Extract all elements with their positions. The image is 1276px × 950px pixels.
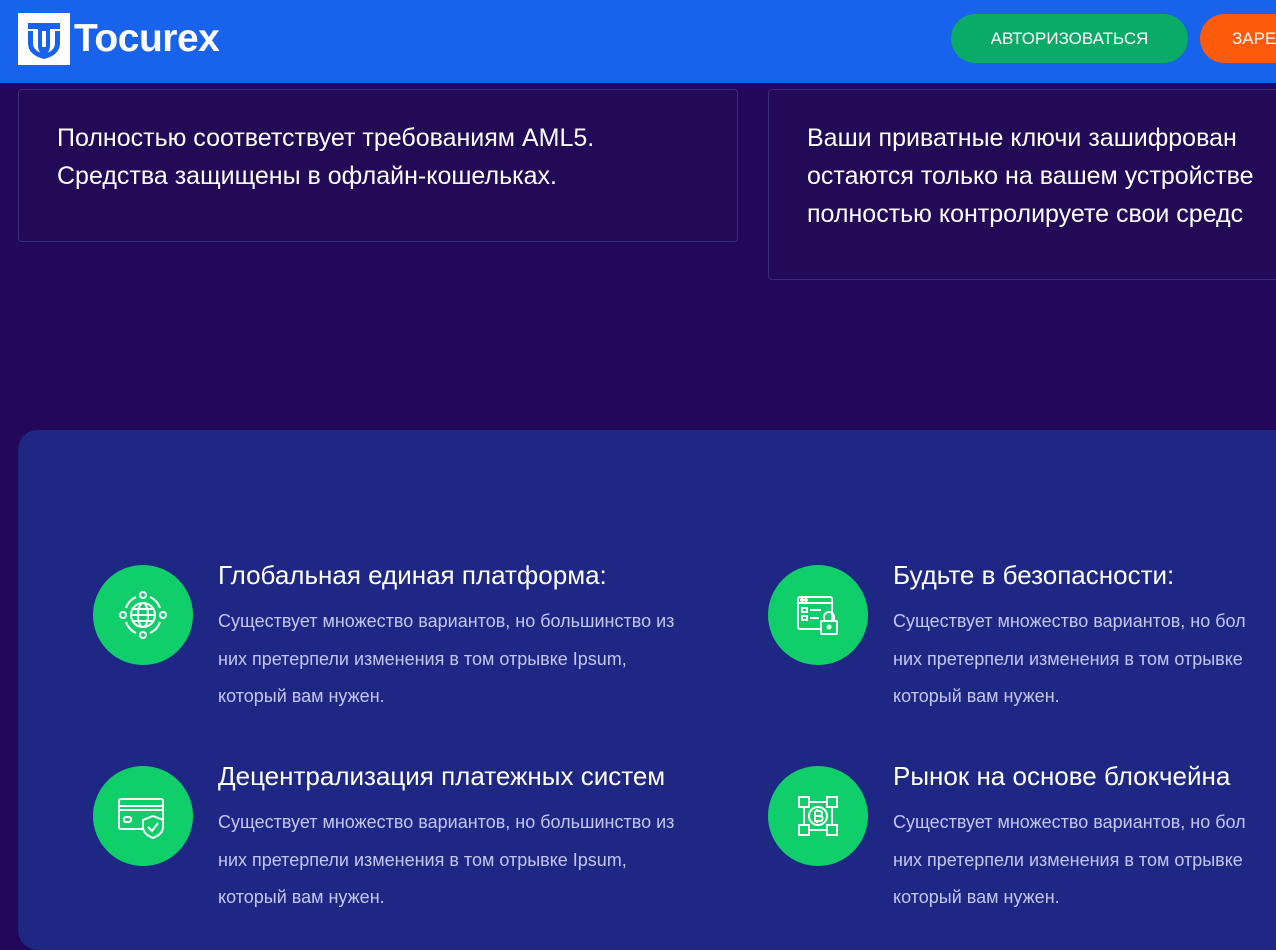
logo-mark-icon <box>18 13 70 65</box>
info-card-line: остаются только на вашем устройстве <box>807 162 1254 190</box>
feature-description: Существует множество вариантов, но больш… <box>218 603 738 716</box>
feature-description-line: Существует множество вариантов, но больш… <box>218 611 675 631</box>
feature-title: Будьте в безопасности: <box>893 560 1175 590</box>
logo[interactable]: Tocurex <box>18 13 220 65</box>
feature-title: Децентрализация платежных систем <box>218 761 666 791</box>
feature-title: Рынок на основе блокчейна <box>893 761 1231 791</box>
features-panel: Глобальная единая платформа: Существует … <box>18 430 1276 950</box>
feature-description: Существует множество вариантов, но бол н… <box>893 603 1276 716</box>
info-card-aml: Полностью соответствует требованиям AML5… <box>18 89 738 242</box>
info-card-text: Полностью соответствует требованиям AML5… <box>57 119 594 195</box>
feature-description-line: них претерпели изменения в том отрывке <box>893 648 1243 669</box>
info-card-line: Полностью соответствует требованиям AML5… <box>57 124 595 152</box>
feature-description-line: них претерпели изменения в том отрывке I… <box>218 849 627 870</box>
blockchain-bitcoin-icon <box>768 766 868 866</box>
secure-browser-lock-icon <box>768 565 868 665</box>
info-card-keys: Ваши приватные ключи зашифрован остаются… <box>768 89 1276 280</box>
feature-description: Существует множество вариантов, но бол н… <box>893 804 1276 917</box>
feature-description-line: них претерпели изменения в том отрывке <box>893 849 1243 870</box>
globe-network-icon <box>93 565 193 665</box>
feature-title: Глобальная единая платформа: <box>218 560 607 590</box>
info-card-line: Ваши приватные ключи зашифрован <box>807 124 1237 152</box>
info-card-line: Средства защищены в офлайн-кошельках. <box>57 162 557 190</box>
site-header: Tocurex АВТОРИЗОВАТЬСЯ ЗАРЕ <box>0 0 1276 83</box>
feature-description-line: Существует множество вариантов, но бол <box>893 611 1246 631</box>
feature-description-line: Существует множество вариантов, но больш… <box>218 812 675 832</box>
info-card-text: Ваши приватные ключи зашифрован остаются… <box>807 119 1253 233</box>
register-button[interactable]: ЗАРЕ <box>1200 14 1276 63</box>
feature-description-line: который вам нужен. <box>893 686 1060 706</box>
feature-description: Существует множество вариантов, но больш… <box>218 804 738 917</box>
card-shield-icon <box>93 766 193 866</box>
feature-description-line: который вам нужен. <box>893 887 1060 907</box>
logo-text: Tocurex <box>74 17 220 60</box>
feature-description-line: который вам нужен. <box>218 686 385 706</box>
info-card-line: полностью контролируете свои средс <box>807 200 1244 228</box>
feature-description-line: них претерпели изменения в том отрывке I… <box>218 648 627 669</box>
feature-description-line: который вам нужен. <box>218 887 385 907</box>
login-button[interactable]: АВТОРИЗОВАТЬСЯ <box>951 14 1188 63</box>
feature-description-line: Существует множество вариантов, но бол <box>893 812 1246 832</box>
